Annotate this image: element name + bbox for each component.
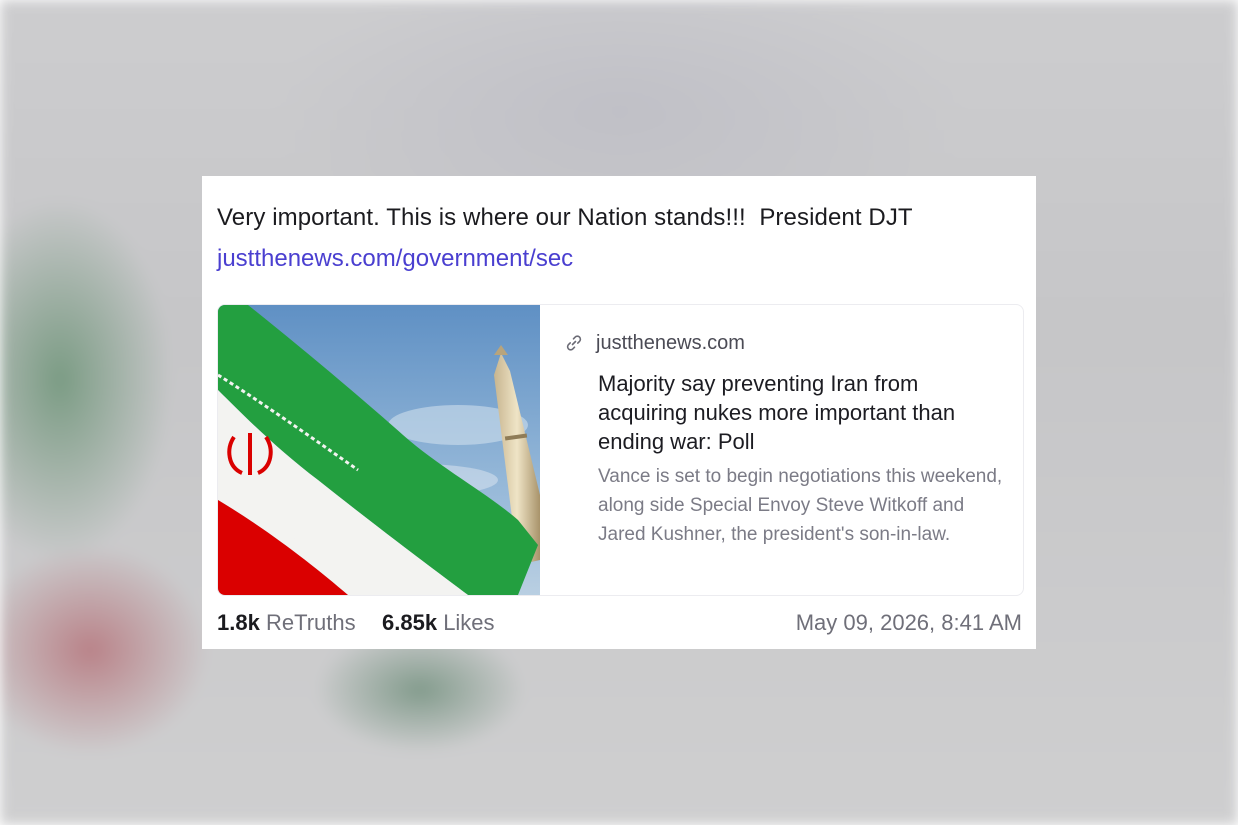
post-card: Very important. This is where our Nation… — [202, 176, 1036, 649]
likes-stat[interactable]: 6.85k Likes — [382, 610, 495, 636]
post-link[interactable]: justthenews.com/government/sec — [217, 245, 573, 273]
post-footer: 1.8k ReTruths 6.85k Likes May 09, 2026, … — [217, 610, 1022, 642]
chain-link-icon — [566, 335, 582, 351]
retruths-label: ReTruths — [265, 610, 356, 635]
retruths-count: 1.8k — [217, 610, 260, 635]
likes-count: 6.85k — [382, 610, 438, 635]
retruths-stat[interactable]: 1.8k ReTruths — [217, 610, 356, 636]
link-preview-card[interactable]: justthenews.com Majority say preventing … — [217, 304, 1024, 596]
preview-domain: justthenews.com — [596, 331, 745, 354]
preview-headline: Majority say preventing Iran from acquir… — [598, 371, 956, 454]
post-timestamp[interactable]: May 09, 2026, 8:41 AM — [796, 610, 1022, 636]
article-thumbnail-image — [218, 305, 540, 595]
likes-label: Likes — [443, 610, 495, 635]
preview-summary: Vance is set to begin negotiations this … — [598, 466, 1003, 545]
preview-body: justthenews.com Majority say preventing … — [564, 331, 1004, 549]
post-text: Very important. This is where our Nation… — [217, 204, 913, 231]
